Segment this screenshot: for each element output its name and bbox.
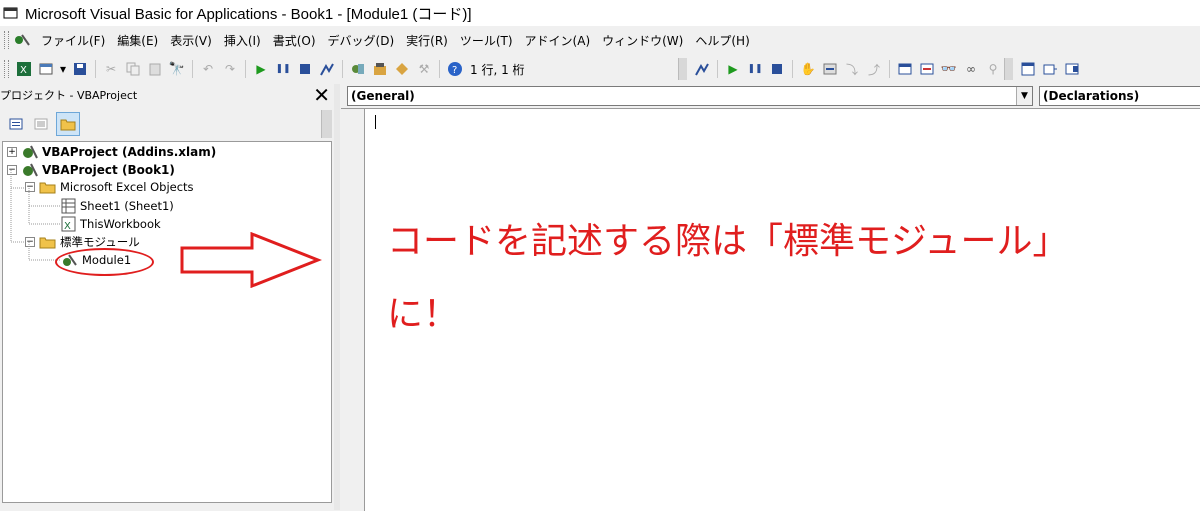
quick-watch-icon[interactable]: ∞: [961, 59, 981, 79]
dropdown-arrow-icon[interactable]: ▾: [58, 59, 68, 79]
window-title: Microsoft Visual Basic for Applications …: [25, 5, 472, 23]
design-mode-icon-2[interactable]: [692, 59, 712, 79]
annotation-arrow-icon: [180, 232, 322, 288]
excel-view-icon[interactable]: [13, 32, 31, 48]
step-over-icon[interactable]: ⤵: [842, 59, 862, 79]
view-code-icon[interactable]: [6, 114, 26, 134]
toolbar-separator: [717, 60, 718, 78]
immediate-window-icon[interactable]: [917, 59, 937, 79]
toolbar-separator: [192, 60, 193, 78]
paste-icon[interactable]: [145, 59, 165, 79]
reset-icon[interactable]: [295, 59, 315, 79]
run-icon-2[interactable]: ▶: [723, 59, 743, 79]
annotation-text-line2: に！: [387, 294, 460, 335]
menu-help[interactable]: ヘルプ(H): [689, 32, 755, 49]
menu-tools[interactable]: ツール(T): [454, 32, 519, 49]
properties-icon[interactable]: [370, 59, 390, 79]
help-icon[interactable]: ?: [445, 59, 465, 79]
project-explorer-toolbar: [0, 108, 332, 140]
toolbar-separator: [889, 60, 890, 78]
toolbar-separator: [792, 60, 793, 78]
pane-splitter[interactable]: [334, 84, 340, 510]
toolbar-separator: [95, 60, 96, 78]
excel-icon[interactable]: X: [14, 59, 34, 79]
call-stack-icon[interactable]: ⚲: [983, 59, 1003, 79]
run-icon[interactable]: ▶: [251, 59, 271, 79]
pause-icon-2[interactable]: ❚❚: [745, 59, 765, 79]
locals-window-icon[interactable]: [895, 59, 915, 79]
explorer-toolbar-handle[interactable]: [321, 110, 332, 138]
reset-icon-2[interactable]: [767, 59, 787, 79]
save-icon[interactable]: [70, 59, 90, 79]
redo-icon[interactable]: ↷: [220, 59, 240, 79]
toggle-folders-icon[interactable]: [56, 112, 80, 136]
menu-view[interactable]: 表示(V): [164, 32, 218, 49]
next-window-icon[interactable]: [1062, 59, 1082, 79]
code-margin-indicator-bar[interactable]: [341, 109, 365, 511]
annotation-circle: [55, 248, 154, 276]
project-explorer-header: プロジェクト - VBAProject ✕: [0, 83, 332, 107]
object-combo-value: (General): [351, 89, 415, 103]
vba-app-icon: [3, 7, 18, 19]
code-editor[interactable]: [341, 108, 1200, 511]
chevron-down-icon[interactable]: ▼: [1016, 87, 1032, 105]
insert-form-icon[interactable]: [36, 59, 56, 79]
svg-text:X: X: [20, 65, 27, 76]
toolbar-grip[interactable]: [4, 60, 9, 78]
menu-edit[interactable]: 編集(E): [111, 32, 164, 49]
watch-window-icon[interactable]: 👓: [939, 59, 959, 79]
toggle-breakpoint-icon[interactable]: ✋: [798, 59, 818, 79]
undo-icon[interactable]: ↶: [198, 59, 218, 79]
menu-insert[interactable]: 挿入(I): [218, 32, 267, 49]
menu-file[interactable]: ファイル(F): [35, 32, 111, 49]
cursor-position: 1 行, 1 桁: [470, 62, 525, 77]
text-caret: [375, 115, 376, 129]
toolbox-icon[interactable]: ⚒: [414, 59, 434, 79]
menubar-grip[interactable]: [4, 31, 9, 49]
project-tree: + VBAProject (Addins.xlam) − VBAProject …: [2, 141, 332, 503]
menu-debug[interactable]: デバッグ(D): [322, 32, 401, 49]
toolbar-separator: [439, 60, 440, 78]
copy-icon[interactable]: [123, 59, 143, 79]
menu-bar: ファイル(F) 編集(E) 表示(V) 挿入(I) 書式(O) デバッグ(D) …: [0, 28, 1200, 52]
userform-window-icon[interactable]: [1018, 59, 1038, 79]
cut-icon[interactable]: ✂: [101, 59, 121, 79]
object-browser-icon[interactable]: [392, 59, 412, 79]
standard-toolbar: X ▾ ✂ 🔭 ↶ ↷ ▶ ❚❚ ⚒ ? 1 行, 1 桁 ▶ ❚❚ ✋ ⤵ ⤴…: [0, 55, 1200, 83]
view-object-icon[interactable]: [31, 114, 51, 134]
procedure-combo-value: (Declarations): [1043, 89, 1140, 103]
toolbar-separator: [245, 60, 246, 78]
code-window-icon[interactable]: [1040, 59, 1060, 79]
project-explorer-title: プロジェクト - VBAProject: [0, 89, 138, 102]
menu-window[interactable]: ウィンドウ(W): [596, 32, 689, 49]
find-icon[interactable]: 🔭: [167, 59, 187, 79]
svg-text:?: ?: [452, 65, 457, 76]
step-out-icon[interactable]: ⤴: [864, 59, 884, 79]
annotation-text-line1: コードを記述する際は「標準モジュール」: [387, 221, 1069, 262]
toolbar-overflow-handle-2[interactable]: [1004, 58, 1013, 80]
object-combo[interactable]: (General) ▼: [347, 86, 1033, 106]
toolbar-separator: [342, 60, 343, 78]
title-bar: Microsoft Visual Basic for Applications …: [0, 0, 1200, 26]
menu-format[interactable]: 書式(O): [267, 32, 322, 49]
step-into-icon[interactable]: [820, 59, 840, 79]
toolbar-overflow-handle[interactable]: [678, 58, 687, 80]
close-icon[interactable]: ✕: [313, 83, 330, 107]
menu-addins[interactable]: アドイン(A): [519, 32, 597, 49]
pause-icon[interactable]: ❚❚: [273, 59, 293, 79]
project-explorer-icon[interactable]: [348, 59, 368, 79]
procedure-combo[interactable]: (Declarations): [1039, 86, 1200, 106]
design-mode-icon[interactable]: [317, 59, 337, 79]
menu-run[interactable]: 実行(R): [400, 32, 454, 49]
